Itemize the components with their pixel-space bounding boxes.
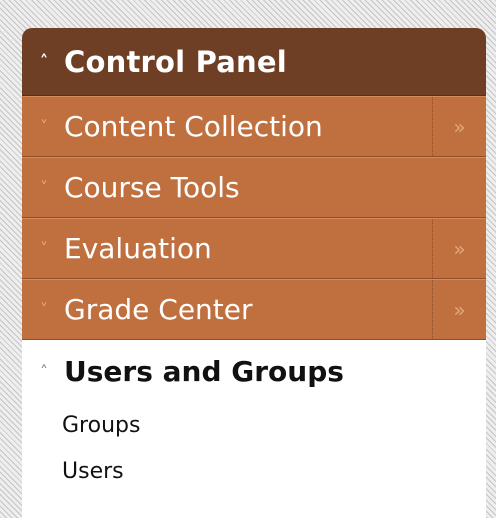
menu-item-label: Grade Center — [64, 293, 253, 326]
menu-item-grade-center[interactable]: ˅ Grade Center » — [22, 279, 486, 340]
double-chevron-right-icon[interactable]: » — [432, 280, 486, 339]
double-chevron-down-icon: ˅ — [40, 239, 48, 258]
users-and-groups-section: ˄ Users and Groups Groups Users — [22, 340, 486, 494]
control-panel-header[interactable]: ˄ Control Panel — [22, 28, 486, 96]
double-chevron-down-icon: ˅ — [40, 300, 48, 319]
double-chevron-down-icon: ˅ — [40, 117, 48, 136]
users-and-groups-header[interactable]: ˄ Users and Groups — [22, 340, 486, 402]
menu-item-content-collection[interactable]: ˅ Content Collection » — [22, 96, 486, 157]
double-chevron-down-icon: ˅ — [40, 178, 48, 197]
double-chevron-up-icon: ˄ — [39, 51, 49, 72]
double-chevron-right-icon[interactable]: » — [432, 219, 486, 278]
double-chevron-right-icon[interactable]: » — [432, 97, 486, 156]
menu-item-label: Evaluation — [64, 232, 212, 265]
double-chevron-up-icon: ˄ — [40, 361, 48, 381]
menu-item-label: Course Tools — [64, 171, 240, 204]
menu-item-evaluation[interactable]: ˅ Evaluation » — [22, 218, 486, 279]
control-panel: ˄ Control Panel ˅ Content Collection » ˅… — [22, 28, 486, 518]
control-panel-title: Control Panel — [64, 44, 287, 79]
menu-item-label: Content Collection — [64, 110, 323, 143]
menu-item-course-tools[interactable]: ˅ Course Tools — [22, 157, 486, 218]
users-and-groups-title: Users and Groups — [64, 354, 344, 388]
link-users[interactable]: Users — [22, 448, 486, 494]
link-groups[interactable]: Groups — [22, 402, 486, 448]
